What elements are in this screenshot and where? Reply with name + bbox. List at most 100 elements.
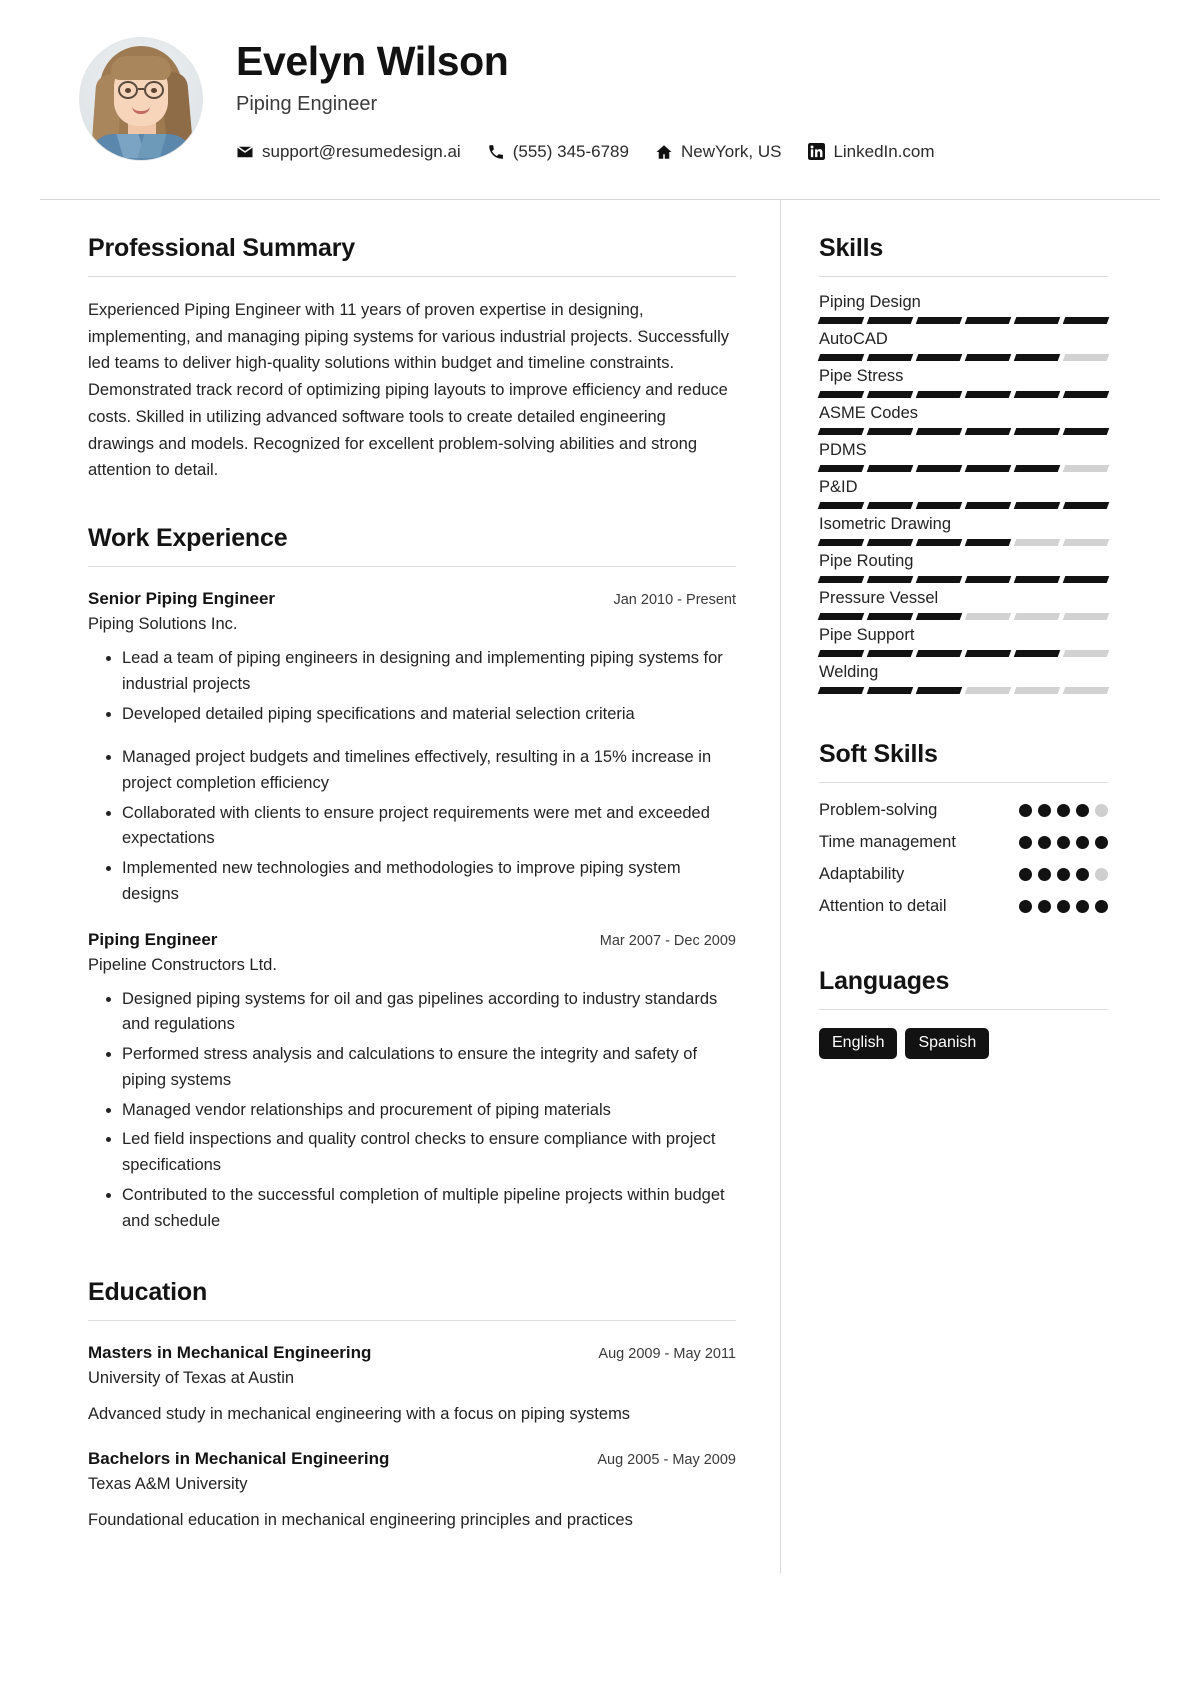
skill-bar xyxy=(817,317,1110,324)
rating-dot xyxy=(1038,899,1051,913)
language-chip: Spanish xyxy=(905,1027,990,1059)
skill-bar-segment xyxy=(915,650,963,657)
skill-bar-segment xyxy=(964,613,1012,620)
skill-bar-segment xyxy=(1062,539,1110,546)
skill-bar-segment xyxy=(1062,465,1110,472)
skill-bar-segment xyxy=(1062,613,1110,620)
skill-bar-segment xyxy=(915,354,963,361)
skill-bar xyxy=(817,465,1110,472)
education-school: Texas A&M University xyxy=(88,1475,248,1493)
job-role: Senior Piping Engineer xyxy=(88,589,276,609)
skill-bar-segment xyxy=(866,687,914,694)
list-item: Performed stress analysis and calculatio… xyxy=(122,1042,736,1093)
skill-bar-segment xyxy=(817,354,865,361)
education-description: Advanced study in mechanical engineering… xyxy=(88,1405,631,1424)
skill-bar-segment xyxy=(964,539,1012,546)
contact-email[interactable]: support@resumedesign.ai xyxy=(236,142,461,162)
skill-bar-segment xyxy=(817,317,865,324)
soft-skill-name: Adaptability xyxy=(819,864,905,883)
job-date: Mar 2007 - Dec 2009 xyxy=(599,932,736,949)
job-bullets: Lead a team of piping engineers in desig… xyxy=(88,646,736,908)
section-title-skills: Skills xyxy=(819,234,884,262)
skill-bar-segment xyxy=(1013,539,1061,546)
soft-skill-name: Problem-solving xyxy=(819,801,938,819)
rating-dot xyxy=(1019,804,1032,817)
skill-bar-segment xyxy=(1062,428,1110,435)
skill-bar-segment xyxy=(915,502,963,509)
skill-bar-segment xyxy=(817,465,865,472)
job-entry: Piping Engineer Mar 2007 - Dec 2009 Pipe… xyxy=(88,930,736,1235)
section-soft-skills: Soft Skills Problem-solving Time manageme… xyxy=(819,740,1108,919)
skill-bar-segment xyxy=(817,613,865,620)
divider xyxy=(819,1008,1108,1010)
skill-item: Pipe Routing xyxy=(817,552,1110,583)
education-entry: Bachelors in Mechanical Engineering Aug … xyxy=(88,1449,736,1533)
home-icon xyxy=(655,143,673,161)
skill-bar-segment xyxy=(915,687,963,694)
resume-page: Evelyn Wilson Piping Engineer support@re… xyxy=(40,0,1160,1684)
contact-location-text: NewYork, US xyxy=(680,141,782,161)
skill-item: P&ID xyxy=(817,478,1110,509)
skill-bar-segment xyxy=(866,539,914,546)
contact-linkedin[interactable]: LinkedIn.com xyxy=(807,141,935,162)
language-chip: English xyxy=(819,1027,898,1059)
education-description: Foundational education in mechanical eng… xyxy=(88,1511,633,1529)
section-title-languages: Languages xyxy=(819,966,950,995)
education-degree: Bachelors in Mechanical Engineering xyxy=(88,1449,390,1468)
skill-bar-segment xyxy=(1013,687,1061,694)
skill-bar-segment xyxy=(1062,576,1110,583)
skill-bar xyxy=(817,502,1110,509)
skill-bar-segment xyxy=(915,317,963,324)
skill-list: Piping Design AutoCAD Pipe Stress ASME Code… xyxy=(817,293,1110,694)
rating-dot xyxy=(1076,899,1089,913)
section-title-summary: Professional Summary xyxy=(88,234,355,262)
skill-bar-segment xyxy=(915,539,963,546)
skill-name: Isometric Drawing xyxy=(819,515,952,533)
divider xyxy=(88,566,736,568)
skill-bar-segment xyxy=(964,576,1012,583)
linkedin-icon xyxy=(807,143,825,161)
envelope-icon xyxy=(236,143,254,161)
skill-bar-segment xyxy=(1013,428,1061,435)
list-item: Developed detailed piping specifications… xyxy=(122,702,736,728)
skill-bar-segment xyxy=(964,465,1012,472)
skill-item: Pipe Stress xyxy=(817,367,1110,398)
skill-item: PDMS xyxy=(817,441,1110,472)
rating-dot xyxy=(1019,899,1032,913)
skill-name: PDMS xyxy=(819,441,867,459)
skill-item: Isometric Drawing xyxy=(817,515,1110,546)
skill-bar-segment xyxy=(866,576,914,583)
skill-bar xyxy=(817,687,1110,694)
list-item: Managed vendor relationships and procure… xyxy=(122,1098,736,1124)
rating-dot xyxy=(1057,899,1070,913)
skill-name: Pressure Vessel xyxy=(819,589,939,607)
skill-bar-segment xyxy=(1062,391,1110,398)
skill-bar-segment xyxy=(817,687,865,694)
skill-bar-segment xyxy=(1013,391,1061,398)
contact-phone[interactable]: (555) 345-6789 xyxy=(487,142,629,162)
skill-bar-segment xyxy=(1013,576,1061,583)
skill-item: Welding xyxy=(817,663,1110,694)
contact-location[interactable]: NewYork, US xyxy=(655,142,781,162)
skill-bar-segment xyxy=(964,502,1012,509)
skill-bar-segment xyxy=(866,428,914,435)
skill-bar-segment xyxy=(866,465,914,472)
soft-skill-item: Time management xyxy=(819,831,1108,855)
skill-name: Pipe Support xyxy=(819,626,915,644)
skill-item: Pipe Support xyxy=(817,626,1110,657)
rating-dot xyxy=(1095,899,1108,913)
rating-dot xyxy=(1019,867,1032,881)
skill-item: AutoCAD xyxy=(817,330,1110,361)
skill-bar-segment xyxy=(1062,687,1110,694)
skill-bar xyxy=(817,391,1110,398)
contact-linkedin-text: LinkedIn.com xyxy=(833,141,935,161)
skill-bar-segment xyxy=(1062,354,1110,361)
job-role: Piping Engineer xyxy=(88,929,218,949)
skill-bar-segment xyxy=(915,576,963,583)
skill-bar-segment xyxy=(866,650,914,657)
skill-bar-segment xyxy=(964,354,1012,361)
skill-bar-segment xyxy=(817,428,865,435)
divider xyxy=(88,1320,736,1322)
job-bullets: Designed piping systems for oil and gas … xyxy=(88,987,736,1235)
soft-skill-rating xyxy=(1019,863,1108,881)
